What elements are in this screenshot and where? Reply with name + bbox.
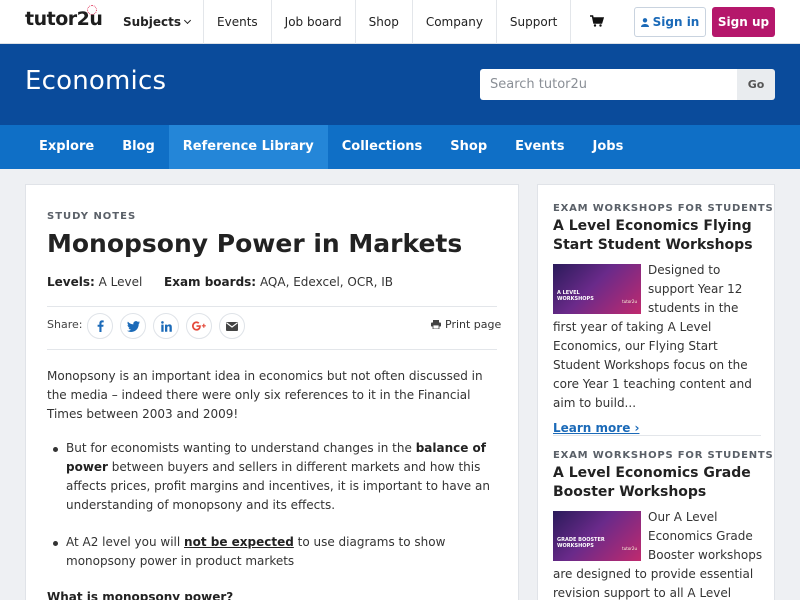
article-card: STUDY NOTES Monopsony Power in Markets L… bbox=[25, 184, 519, 600]
subnav-explore[interactable]: Explore bbox=[25, 125, 108, 169]
search-input[interactable] bbox=[480, 69, 737, 100]
card-title[interactable]: A Level Economics Grade Booster Workshop… bbox=[553, 464, 763, 502]
card-body: A LEVEL WORKSHOPS tutor2u Designed to supp… bbox=[553, 261, 763, 438]
printer-icon bbox=[431, 320, 441, 329]
subject-nav: Explore Blog Reference Library Collectio… bbox=[0, 125, 800, 169]
nav-job-board[interactable]: Job board bbox=[272, 0, 356, 44]
subnav-collections[interactable]: Collections bbox=[328, 125, 437, 169]
list-item: At A2 level you will not be expected to … bbox=[53, 533, 496, 571]
nav-events[interactable]: Events bbox=[204, 0, 272, 44]
share-label: Share: bbox=[47, 318, 83, 331]
nav-subjects[interactable]: Subjects bbox=[110, 0, 205, 44]
exam-boards-label: Exam boards: bbox=[164, 275, 257, 289]
section-heading: What is monopsony power? bbox=[47, 590, 234, 600]
levels-value[interactable]: A Level bbox=[99, 275, 143, 289]
nav-company[interactable]: Company bbox=[413, 0, 497, 44]
share-icons bbox=[87, 313, 252, 339]
article-title: Monopsony Power in Markets bbox=[47, 229, 463, 258]
top-nav: Subjects Events Job board Shop Company S… bbox=[110, 0, 572, 44]
divider bbox=[47, 306, 497, 307]
workshop-thumbnail[interactable]: A LEVEL WORKSHOPS tutor2u bbox=[553, 264, 641, 314]
card-title[interactable]: A Level Economics Flying Start Student W… bbox=[553, 217, 763, 255]
twitter-icon[interactable] bbox=[120, 313, 146, 339]
workshop-card: EXAM WORKSHOPS FOR STUDENTS A Level Econ… bbox=[553, 450, 774, 600]
email-icon[interactable] bbox=[219, 313, 245, 339]
subnav-reference-library[interactable]: Reference Library bbox=[168, 125, 328, 169]
list-item: But for economists wanting to understand… bbox=[53, 439, 496, 515]
card-kicker: EXAM WORKSHOPS FOR STUDENTS bbox=[553, 450, 774, 461]
divider bbox=[47, 349, 497, 350]
person-icon bbox=[640, 18, 649, 27]
sign-in-button[interactable]: Sign in bbox=[634, 7, 706, 37]
linkedin-icon[interactable] bbox=[153, 313, 179, 339]
subnav-events[interactable]: Events bbox=[501, 125, 578, 169]
workshop-thumbnail[interactable]: GRADE BOOSTER WORKSHOPS tutor2u bbox=[553, 511, 641, 561]
card-body: GRADE BOOSTER WORKSHOPS tutor2u Our A Leve… bbox=[553, 510, 763, 600]
divider bbox=[553, 435, 761, 436]
print-page-link[interactable]: Print page bbox=[431, 318, 501, 331]
card-kicker: EXAM WORKSHOPS FOR STUDENTS bbox=[553, 203, 774, 214]
nav-support[interactable]: Support bbox=[497, 0, 572, 44]
levels-label: Levels: bbox=[47, 275, 95, 289]
top-bar: tutor2u Subjects Events Job board Shop C… bbox=[0, 0, 800, 44]
page-subject-title: Economics bbox=[25, 66, 167, 96]
logo-spark-icon bbox=[87, 5, 97, 15]
sidebar: EXAM WORKSHOPS FOR STUDENTS A Level Econ… bbox=[537, 184, 775, 600]
nav-shop[interactable]: Shop bbox=[356, 0, 413, 44]
article-kicker: STUDY NOTES bbox=[47, 211, 137, 222]
cart-icon[interactable] bbox=[590, 15, 604, 27]
intro-paragraph: Monopsony is an important idea in econom… bbox=[47, 369, 483, 421]
subnav-jobs[interactable]: Jobs bbox=[579, 125, 638, 169]
google-plus-icon[interactable] bbox=[186, 313, 212, 339]
search-go-button[interactable]: Go bbox=[737, 69, 775, 100]
emphasis-underlined: not be expected bbox=[184, 535, 294, 549]
chevron-down-icon bbox=[183, 16, 192, 25]
subnav-shop[interactable]: Shop bbox=[436, 125, 501, 169]
workshop-card: EXAM WORKSHOPS FOR STUDENTS A Level Econ… bbox=[553, 203, 774, 438]
subnav-blog[interactable]: Blog bbox=[108, 125, 169, 169]
exam-boards-value[interactable]: AQA, Edexcel, OCR, IB bbox=[260, 275, 393, 289]
sign-up-button[interactable]: Sign up bbox=[712, 7, 775, 37]
facebook-icon[interactable] bbox=[87, 313, 113, 339]
article-meta: Levels: A Level Exam boards: AQA, Edexce… bbox=[47, 275, 393, 289]
subject-banner: Economics Go bbox=[0, 44, 800, 125]
